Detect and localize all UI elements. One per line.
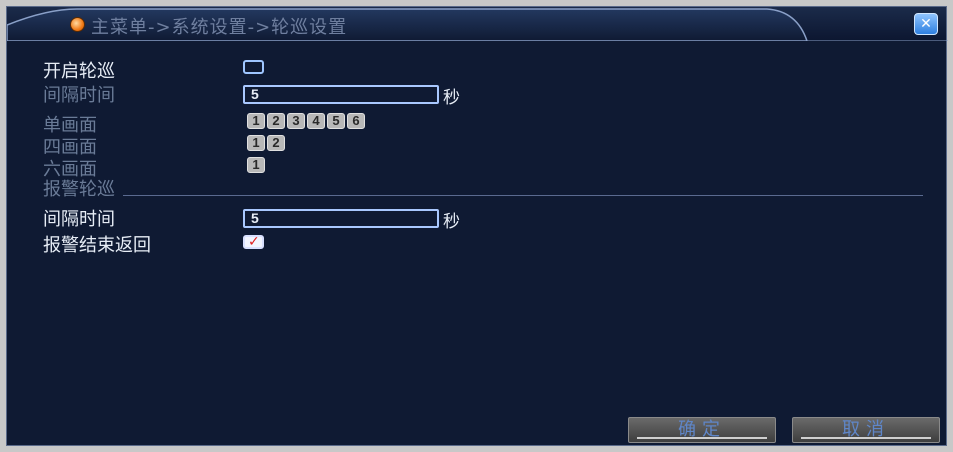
channel-button[interactable]: 1 [247, 157, 265, 173]
tour-interval-unit: 秒 [443, 88, 460, 108]
six-view-channels: 1 [247, 157, 265, 173]
channel-button[interactable]: 6 [347, 113, 365, 129]
cancel-button[interactable]: 取消 [792, 417, 940, 443]
quad-view-channels: 12 [247, 135, 285, 151]
enable-tour-label: 开启轮巡 [43, 61, 115, 82]
title-bullet-icon [70, 17, 85, 32]
tour-interval-input[interactable]: 5 [243, 85, 439, 104]
ok-button[interactable]: 确定 [628, 417, 776, 443]
enable-tour-checkbox[interactable] [243, 60, 264, 74]
alarm-return-checkbox[interactable]: ✓ [243, 235, 264, 249]
breadcrumb-title: 主菜单->系统设置->轮巡设置 [91, 17, 348, 38]
alarm-return-label: 报警结束返回 [43, 235, 151, 256]
channel-button[interactable]: 2 [267, 113, 285, 129]
channel-button[interactable]: 4 [307, 113, 325, 129]
alarm-interval-label: 间隔时间 [43, 209, 115, 230]
section-divider [123, 195, 923, 196]
alarm-interval-unit: 秒 [443, 212, 460, 232]
channel-button[interactable]: 5 [327, 113, 345, 129]
checkmark-icon: ✓ [248, 234, 260, 250]
channel-button[interactable]: 1 [247, 135, 265, 151]
title-bar: 主菜单->系统设置->轮巡设置 ✕ [7, 7, 948, 41]
tour-settings-window: 主菜单->系统设置->轮巡设置 ✕ 开启轮巡 间隔时间 5 秒 单画面 1234… [6, 6, 948, 446]
channel-button[interactable]: 2 [267, 135, 285, 151]
channel-button[interactable]: 3 [287, 113, 305, 129]
tour-interval-label: 间隔时间 [43, 85, 115, 106]
alarm-tour-section-label: 报警轮巡 [43, 179, 115, 200]
alarm-interval-input[interactable]: 5 [243, 209, 439, 228]
close-icon[interactable]: ✕ [914, 13, 938, 35]
channel-button[interactable]: 1 [247, 113, 265, 129]
single-view-channels: 123456 [247, 113, 365, 129]
